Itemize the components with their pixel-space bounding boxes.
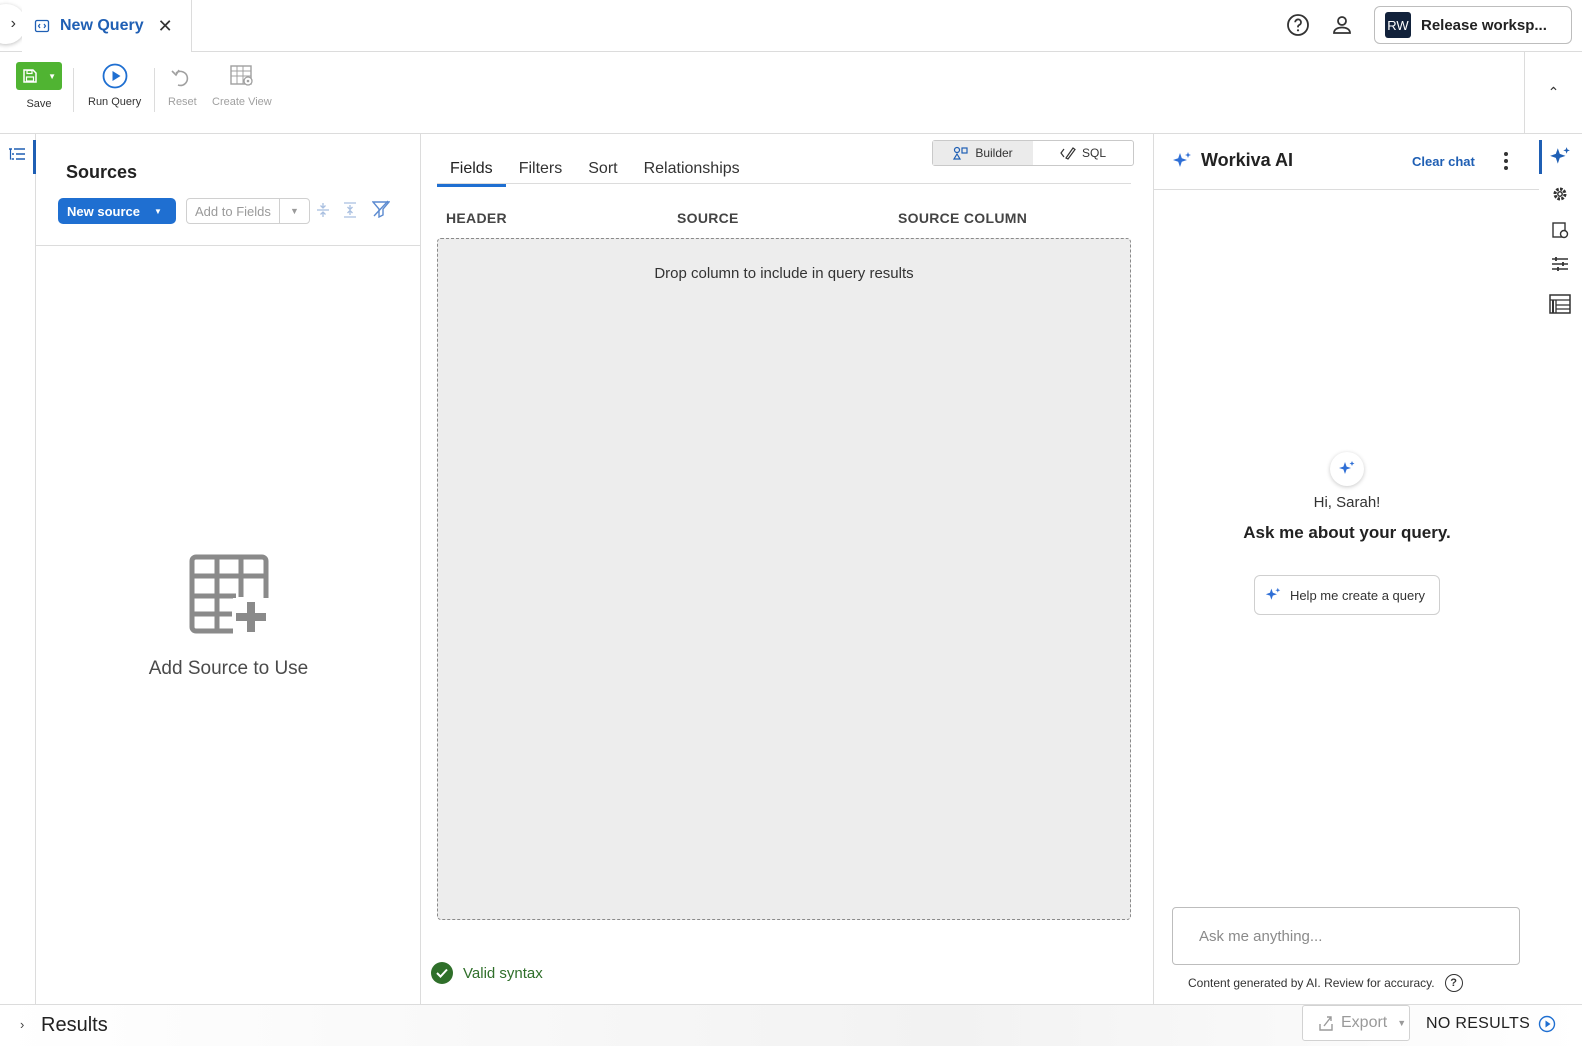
export-icon (1319, 1016, 1333, 1031)
workspace-switcher[interactable]: RW Release worksp... (1374, 6, 1572, 44)
help-button-label: Help me create a query (1289, 587, 1426, 603)
syntax-status-label: Valid syntax (463, 964, 543, 982)
sql-label: SQL (1081, 146, 1106, 160)
divider (154, 68, 155, 112)
sliders-icon[interactable] (1548, 252, 1572, 276)
mode-toggle: Builder SQL (932, 140, 1134, 166)
results-status-label: NO RESULTS (1426, 1015, 1531, 1032)
clear-chat-button[interactable]: Clear chat (1412, 154, 1475, 169)
empty-sources-state: Add Source to Use (36, 554, 421, 680)
builder-label: Builder (975, 146, 1013, 160)
top-bar: › New Query ✕ RW Release worksp... (0, 0, 1582, 52)
sparkle-icon (1330, 452, 1364, 486)
results-label: Results (41, 1014, 108, 1036)
add-to-fields-label: Add to Fields (187, 199, 280, 223)
query-builder: Fields Filters Sort Relationships Builde… (421, 134, 1153, 1004)
fields-drop-zone[interactable]: Drop column to include in query results (437, 238, 1131, 920)
kebab-icon[interactable] (1504, 152, 1508, 170)
ai-sparkle-icon[interactable] (1548, 145, 1572, 169)
run-query-label: Run Query (88, 96, 142, 108)
toolbar: ▼ Save Run Query Reset Create View (0, 52, 1524, 134)
play-icon (102, 63, 127, 89)
query-icon (34, 19, 50, 33)
export-label: Export (1341, 1014, 1388, 1031)
gear-icon[interactable] (1548, 182, 1572, 206)
sql-mode-button[interactable]: SQL (1033, 141, 1133, 165)
create-view-button[interactable]: Create View (212, 62, 272, 108)
outline-icon[interactable] (8, 147, 26, 168)
reset-label: Reset (168, 96, 197, 108)
run-query-button[interactable]: Run Query (88, 62, 141, 108)
save-label: Save (26, 98, 52, 110)
column-header-source-column: SOURCE COLUMN (898, 210, 1028, 226)
sparkle-icon (1173, 151, 1191, 167)
sources-panel: Sources New source ▼ Add to Fields ▼ Add… (36, 134, 421, 1004)
export-button[interactable]: Export ▼ (1302, 1005, 1410, 1041)
results-bar[interactable]: › Results Export ▼ NO RESULTS (0, 1004, 1582, 1046)
syntax-status: Valid syntax (431, 962, 543, 984)
builder-icon (953, 146, 968, 160)
user-icon[interactable] (1330, 13, 1354, 37)
greeting-text: Hi, Sarah! (1313, 494, 1381, 511)
ai-greeting: Hi, Sarah! Ask me about your query. Help… (1154, 452, 1540, 615)
caret-down-icon[interactable]: ▼ (280, 206, 309, 216)
play-icon[interactable] (1538, 1015, 1556, 1033)
chevron-right-icon: › (10, 15, 16, 32)
help-create-query-button[interactable]: Help me create a query (1253, 575, 1441, 615)
results-status: NO RESULTS (1426, 1015, 1556, 1033)
ai-panel: Workiva AI Clear chat Hi, Sarah! Ask me … (1153, 134, 1539, 1004)
ai-title: Workiva AI (1201, 150, 1294, 170)
new-source-label: New source (67, 203, 140, 219)
divider (73, 68, 74, 112)
create-view-icon (230, 65, 253, 86)
sql-icon (1060, 147, 1076, 160)
sparkle-icon (1265, 587, 1281, 600)
left-rail (0, 134, 36, 1004)
new-source-button[interactable]: New source ▼ (58, 198, 176, 224)
drop-zone-message: Drop column to include in query results (654, 265, 914, 282)
table-add-icon (189, 554, 269, 634)
chevron-down-icon[interactable]: ▼ (48, 72, 56, 81)
avatar: RW (1385, 12, 1411, 38)
save-button[interactable]: ▼ Save (16, 62, 62, 110)
disclaimer-text: Content generated by AI. Review for accu… (1188, 976, 1435, 990)
right-rail (1539, 134, 1582, 1004)
check-icon (431, 962, 453, 984)
reset-button[interactable]: Reset (168, 62, 197, 108)
expand-all-icon[interactable] (316, 202, 330, 223)
clear-filter-icon[interactable] (371, 200, 391, 223)
table-layout-icon[interactable] (1548, 292, 1572, 316)
save-icon (23, 69, 37, 83)
settings-doc-icon[interactable] (1548, 218, 1572, 242)
divider (437, 183, 1131, 184)
caret-down-icon: ▼ (1397, 1018, 1407, 1028)
caret-down-icon: ▼ (153, 206, 162, 216)
workspace-label: Release worksp... (1421, 16, 1547, 34)
column-header-source: SOURCE (677, 210, 739, 226)
add-to-fields-button[interactable]: Add to Fields ▼ (186, 198, 310, 224)
ai-prompt-text: Ask me about your query. (1243, 523, 1451, 542)
column-header-header: HEADER (446, 210, 507, 226)
ai-chat-input[interactable]: Ask me anything... (1172, 907, 1520, 965)
active-indicator (1539, 140, 1542, 174)
tab-title: New Query (60, 17, 144, 34)
chevron-up-icon: ⌃ (1547, 84, 1560, 100)
tab-new-query[interactable]: New Query ✕ (22, 0, 192, 52)
help-icon[interactable] (1286, 13, 1310, 37)
collapse-toolbar-button[interactable]: ⌃ (1524, 52, 1582, 134)
collapse-all-icon[interactable] (343, 202, 357, 223)
add-source-label: Add Source to Use (148, 658, 309, 679)
ai-disclaimer: Content generated by AI. Review for accu… (1188, 974, 1463, 992)
chevron-right-icon[interactable]: › (20, 1017, 24, 1032)
builder-mode-button[interactable]: Builder (933, 141, 1033, 165)
help-icon[interactable]: ? (1444, 974, 1463, 992)
undo-icon (171, 69, 189, 87)
create-view-label: Create View (212, 96, 272, 108)
sources-title: Sources (66, 162, 138, 182)
close-icon[interactable]: ✕ (158, 16, 173, 37)
